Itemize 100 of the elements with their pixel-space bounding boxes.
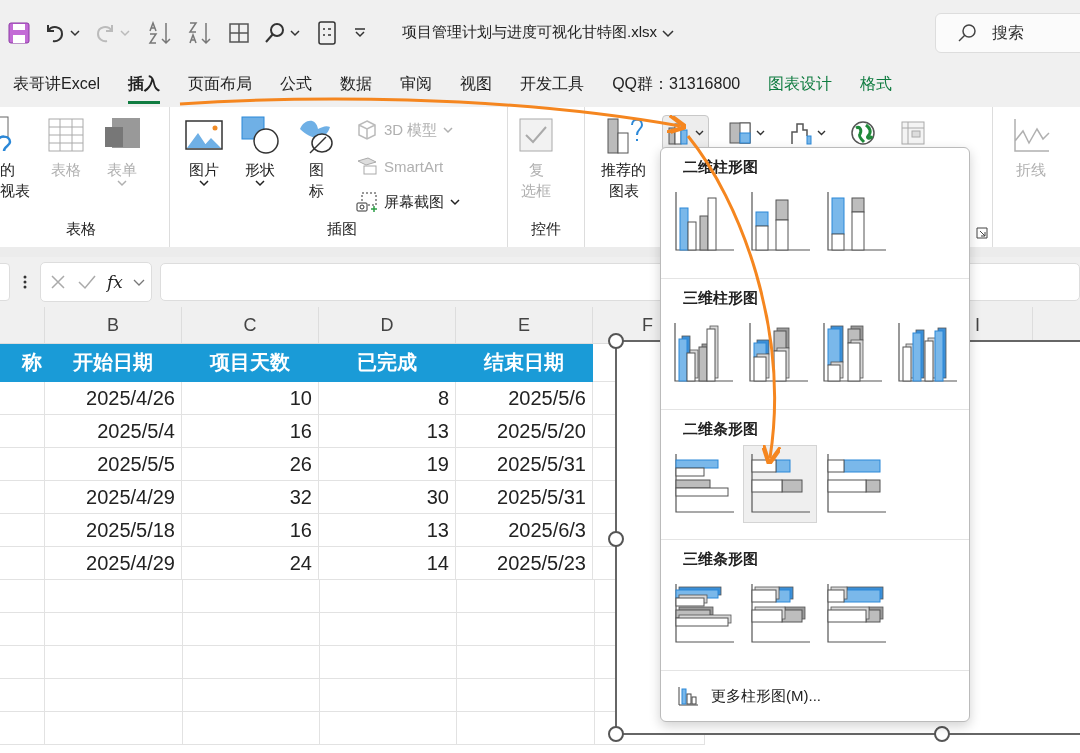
resize-handle[interactable] [608,333,624,349]
column-header[interactable]: E [456,307,593,343]
empty-cell[interactable] [320,613,457,646]
column-header[interactable]: B [45,307,182,343]
table-cell: 8 [319,382,456,415]
file-name[interactable]: 项目管理计划与进度可视化甘特图.xlsx [402,23,657,42]
table-cell: 2025/4/29 [45,547,182,580]
ribbon-button[interactable]: 图片 [184,115,224,187]
bar-chart-icon [824,451,888,516]
table-cell: 2025/4/26 [45,382,182,415]
form-icon[interactable] [318,20,336,45]
ribbon-button[interactable]: 图 标 [296,115,336,201]
empty-cell[interactable] [0,679,45,712]
sort-descending-icon[interactable] [188,20,214,45]
empty-cell[interactable] [0,448,45,481]
more-options-icon[interactable] [22,274,28,290]
cancel-icon[interactable] [49,273,67,291]
caret-icon [695,130,704,136]
empty-cell[interactable] [0,580,45,613]
empty-cell[interactable] [0,613,45,646]
column-header[interactable]: C [182,307,319,343]
insert-function-button[interactable]: fx [107,272,123,292]
empty-cell[interactable] [320,679,457,712]
search-icon[interactable] [264,21,286,44]
column-header[interactable]: D [319,307,456,343]
empty-cell[interactable] [457,580,595,613]
ribbon-button[interactable]: 屏幕截图 [356,187,460,217]
chevron-icon[interactable] [661,27,675,38]
empty-cell[interactable] [320,646,457,679]
table-cell: 2025/5/6 [456,382,593,415]
empty-cell[interactable] [320,580,457,613]
empty-cell[interactable] [0,712,45,745]
empty-cell[interactable] [45,679,183,712]
empty-cell[interactable] [183,580,320,613]
empty-cell[interactable] [183,613,320,646]
table-cell: 32 [182,481,319,514]
ribbon-button[interactable]: 形状 [240,115,280,187]
more-charts-item[interactable]: 更多柱形图(M)... [661,671,969,721]
ribbon-button[interactable]: 的 视表 [0,115,30,201]
table-cell: 14 [319,547,456,580]
resize-handle[interactable] [608,726,624,742]
caret-icon[interactable] [70,28,80,37]
borders-icon[interactable] [228,21,250,44]
empty-cell[interactable] [0,415,45,448]
ribbon-tab[interactable]: 开发工具 [520,68,585,104]
table-cell: 19 [319,448,456,481]
ribbon-tab[interactable]: 公式 [280,68,313,104]
bar-chart-option[interactable] [743,444,817,523]
empty-cell[interactable] [45,712,183,745]
ribbon-tab[interactable]: 数据 [340,68,373,104]
bar-chart-icon [748,451,812,516]
ribbon-tab[interactable]: 页面布局 [188,68,253,104]
empty-cell[interactable] [0,514,45,547]
table-header-cell: 项目天数 [182,344,319,382]
empty-cell[interactable] [0,646,45,679]
group-label: 控件 [530,220,562,239]
table-cell: 2025/5/20 [456,415,593,448]
empty-cell[interactable] [183,679,320,712]
empty-cell[interactable] [45,646,183,679]
empty-cell[interactable] [45,580,183,613]
search-field[interactable]: 搜索 [935,12,1080,53]
caret-icon [817,130,826,136]
ribbon-tab[interactable]: 插入 [128,68,161,104]
ribbon-tab[interactable]: 格式 [860,68,893,104]
caret-icon[interactable] [290,28,300,37]
sort-ascending-icon[interactable] [148,20,174,45]
ribbon-tab[interactable]: 图表设计 [768,68,833,104]
empty-cell[interactable] [457,679,595,712]
empty-cell[interactable] [0,382,45,415]
empty-cell[interactable] [183,712,320,745]
empty-cell[interactable] [45,613,183,646]
resize-handle[interactable] [608,531,624,547]
column-chart-icon [748,190,812,254]
empty-cell[interactable] [457,712,595,745]
ribbon-button[interactable]: 推荐的 图表 [601,115,646,201]
empty-cell[interactable] [0,481,45,514]
empty-cell[interactable] [457,646,595,679]
table-header-cell: 称 [0,344,45,382]
enter-icon[interactable] [77,273,97,291]
table-icon [46,115,86,155]
save-icon[interactable] [8,21,30,44]
ribbon-tab[interactable]: 表哥讲Excel [13,68,101,104]
dialog-launcher-icon[interactable] [976,227,988,239]
resize-handle[interactable] [934,726,950,742]
empty-cell[interactable] [183,646,320,679]
customize-icon[interactable] [354,26,366,39]
group-label: 插图 [325,220,358,239]
model3d-icon [356,119,378,141]
empty-cell[interactable] [320,712,457,745]
ribbon-tab[interactable]: 视图 [460,68,493,104]
table-cell: 2025/5/18 [45,514,182,547]
empty-cell[interactable] [0,547,45,580]
empty-cell[interactable] [457,613,595,646]
ribbon-tab[interactable]: 审阅 [400,68,433,104]
pivotchart-chart-icon [900,120,926,146]
table-cell: 26 [182,448,319,481]
table-cell: 13 [319,514,456,547]
caret-icon [756,130,765,136]
ribbon-tab[interactable]: QQ群：31316800 [612,68,741,104]
table-cell: 2025/5/31 [456,448,593,481]
